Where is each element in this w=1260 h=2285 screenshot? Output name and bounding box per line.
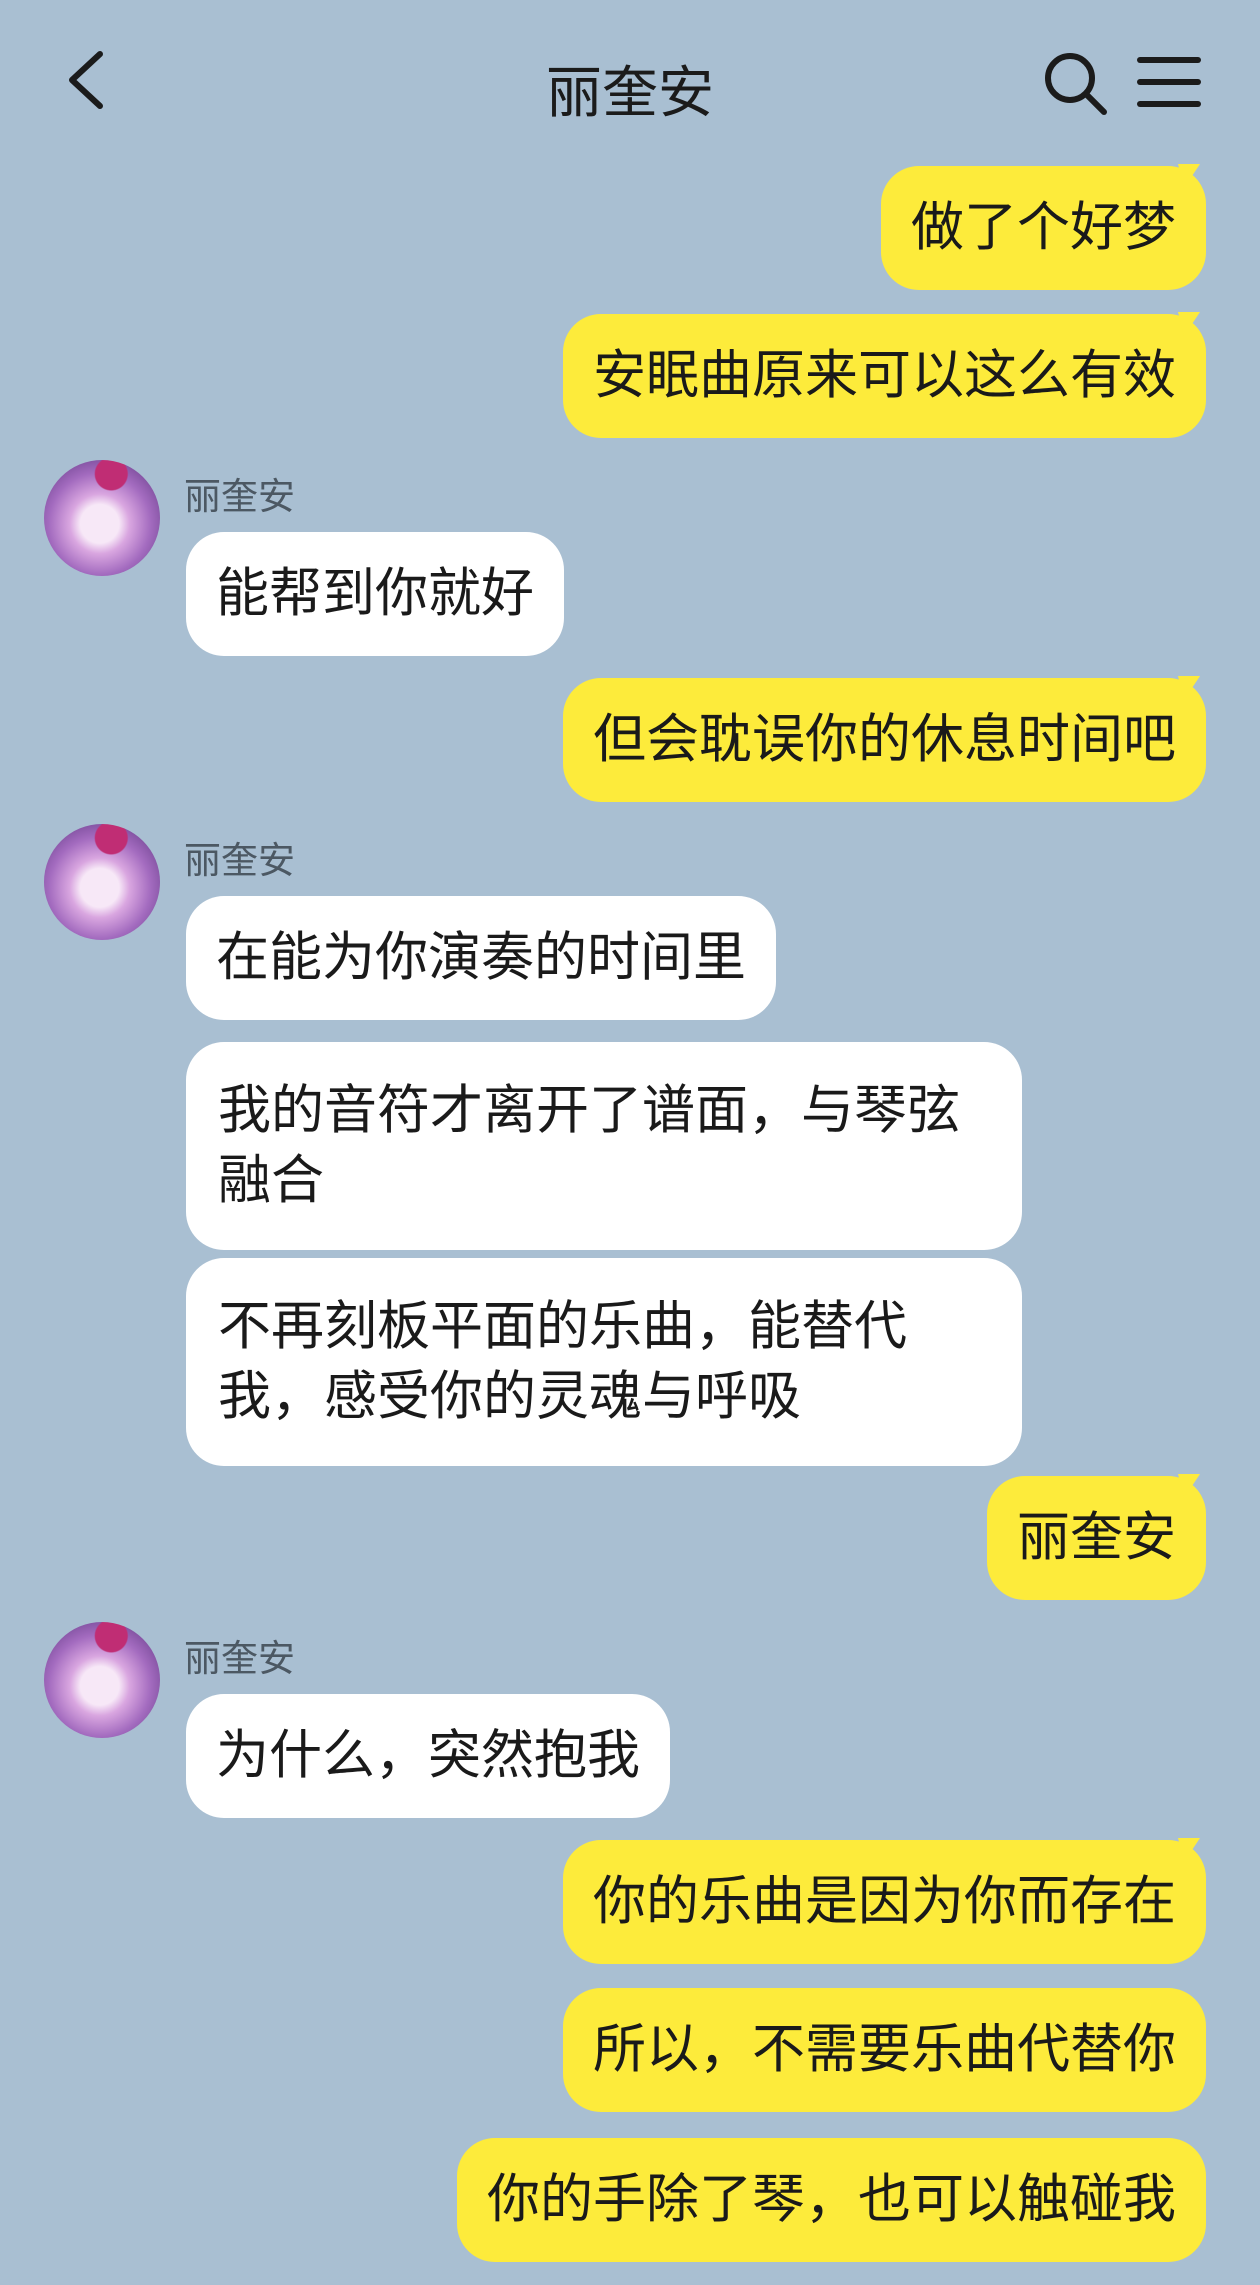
message-text: 在能为你演奏的时间里	[216, 927, 746, 988]
message-text: 丽奎安	[1017, 1507, 1176, 1568]
message-bubble[interactable]: 丽奎安	[987, 1474, 1206, 1600]
message-bubble[interactable]: 我的音符才离开了谱面，与琴弦融合	[186, 1042, 1022, 1250]
message-bubble[interactable]: 安眠曲原来可以这么有效	[563, 312, 1206, 438]
bubble-tail	[1178, 312, 1200, 336]
avatar[interactable]	[44, 1622, 160, 1738]
message-bubble[interactable]: 做了个好梦	[881, 164, 1206, 290]
message-text: 你的手除了琴，也可以触碰我	[487, 2169, 1176, 2230]
bubble-tail	[1178, 676, 1200, 700]
bubble-tail	[1178, 1474, 1200, 1498]
sender-name: 丽奎安	[184, 1637, 295, 1680]
message-bubble[interactable]: 你的乐曲是因为你而存在	[563, 1838, 1206, 1964]
message-text: 能帮到你就好	[216, 563, 534, 624]
message-bubble[interactable]: 不再刻板平面的乐曲，能替代我，感受你的灵魂与呼吸	[186, 1258, 1022, 1466]
message-bubble[interactable]: 但会耽误你的休息时间吧	[563, 676, 1206, 802]
message-bubble[interactable]: 能帮到你就好	[186, 532, 564, 656]
message-bubble[interactable]: 在能为你演奏的时间里	[186, 896, 776, 1020]
message-text: 安眠曲原来可以这么有效	[593, 345, 1176, 406]
message-text: 你的乐曲是因为你而存在	[593, 1871, 1176, 1932]
message-bubble[interactable]: 为什么，突然抱我	[186, 1694, 670, 1818]
message-text: 我的音符才离开了谱面，与琴弦融合	[218, 1080, 960, 1211]
message-text: 不再刻板平面的乐曲，能替代我，感受你的灵魂与呼吸	[218, 1296, 907, 1427]
message-text: 做了个好梦	[911, 197, 1176, 258]
message-text: 所以，不需要乐曲代替你	[593, 2019, 1176, 2080]
sender-name: 丽奎安	[184, 475, 295, 518]
message-text: 但会耽误你的休息时间吧	[593, 709, 1176, 770]
avatar[interactable]	[44, 824, 160, 940]
bubble-tail	[1178, 1838, 1200, 1862]
message-list[interactable]: 做了个好梦 安眠曲原来可以这么有效 丽奎安 能帮到你就好 但会耽误你的休息时间吧…	[0, 0, 1260, 2285]
message-bubble[interactable]: 所以，不需要乐曲代替你	[563, 1988, 1206, 2112]
avatar[interactable]	[44, 460, 160, 576]
message-bubble[interactable]: 你的手除了琴，也可以触碰我	[457, 2138, 1206, 2262]
bubble-tail	[1178, 164, 1200, 188]
message-text: 为什么，突然抱我	[216, 1725, 640, 1786]
sender-name: 丽奎安	[184, 839, 295, 882]
